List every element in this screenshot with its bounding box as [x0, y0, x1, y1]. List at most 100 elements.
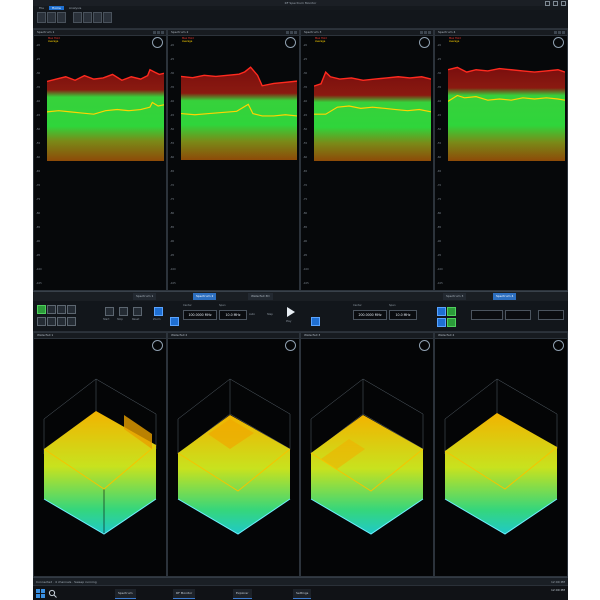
ribbon-button-1[interactable] — [37, 12, 46, 23]
run-button-3[interactable] — [447, 318, 456, 327]
tab-waterfall-3d[interactable]: Waterfall 3D — [248, 293, 273, 300]
run-button[interactable] — [37, 305, 46, 314]
power-button[interactable] — [170, 317, 179, 326]
panel-controls — [286, 31, 297, 34]
ribbon-button-3[interactable] — [57, 12, 66, 23]
y-axis-tick-label: -20 — [437, 44, 442, 47]
export-button[interactable] — [57, 305, 66, 314]
span-field-3[interactable] — [505, 310, 531, 320]
legend: Max Hold Average — [48, 37, 60, 43]
center-frequency-field-3[interactable] — [471, 310, 503, 320]
y-axis-tick-label: -70 — [36, 184, 41, 187]
y-axis-tick-label: -65 — [36, 170, 41, 173]
spectrum-panel-1: Spectrum 1 Max Hold Average -20 -25 -30 -35… — [33, 29, 167, 291]
close-icon[interactable] — [562, 31, 565, 34]
tab-spectrum-2[interactable]: Spectrum 2 — [193, 293, 217, 300]
y-axis-tick-label: -35 — [303, 86, 308, 89]
search-icon[interactable] — [48, 589, 57, 598]
button-label-step: Step — [267, 313, 273, 316]
spectrum-plot[interactable] — [314, 44, 431, 161]
taskbar-clock[interactable]: 12:00 PM — [551, 588, 565, 593]
maximize-icon[interactable] — [558, 31, 561, 34]
y-axis-tick-label: -20 — [36, 44, 41, 47]
panel-title: Spectrum 4 — [438, 30, 456, 34]
y-axis-tick-label: -60 — [170, 156, 175, 159]
center-frequency-field-2[interactable]: 200.0000 MHz — [353, 310, 387, 320]
waterfall-3d-plot[interactable] — [301, 339, 433, 576]
y-axis-tick-label: -100 — [170, 268, 176, 271]
ribbon-button-4[interactable] — [73, 12, 82, 23]
spectrum-plot[interactable] — [448, 44, 565, 161]
windows-icon[interactable] — [36, 589, 45, 598]
taskbar-item-rf-monitor[interactable]: RF Monitor — [173, 589, 196, 599]
next-button[interactable] — [119, 307, 128, 316]
link-button[interactable] — [154, 307, 163, 316]
waterfall-3d-plot[interactable] — [168, 339, 299, 576]
y-axis-tick-label: -85 — [303, 226, 308, 229]
button-label-play: Play — [286, 320, 292, 323]
play-icon[interactable] — [287, 307, 295, 317]
power-button-2[interactable] — [311, 317, 320, 326]
y-axis-tick-label: -55 — [36, 142, 41, 145]
step-button[interactable] — [133, 307, 142, 316]
spectrum-plot[interactable] — [181, 44, 297, 160]
spectrum-panel-4: Spectrum 4 Max Hold Average -20 -25 -30 -35… — [434, 29, 568, 291]
spectrum-panel-3: Spectrum 3 Max Hold Average -20 -25 -30 -35… — [300, 29, 434, 291]
span-label-2: Span — [389, 304, 396, 307]
waterfall-panel-1: Waterfall 1 — [33, 332, 167, 577]
y-axis-tick-label: -30 — [36, 72, 41, 75]
panel-header: Spectrum 3 — [301, 30, 433, 36]
ribbon-button-7[interactable] — [103, 12, 112, 23]
taskbar-item-settings[interactable]: Settings — [293, 589, 312, 599]
y-axis-tick-label: -25 — [303, 58, 308, 61]
panel-title: Spectrum 3 — [304, 30, 322, 34]
y-axis-tick-label: -40 — [437, 100, 442, 103]
y-axis-tick-label: -75 — [170, 198, 175, 201]
taskbar-item-explorer[interactable]: Explorer — [233, 589, 252, 599]
close-icon[interactable] — [294, 31, 297, 34]
button-label-auto: Auto — [249, 313, 256, 316]
waterfall-3d-plot[interactable] — [34, 339, 166, 576]
prev-button[interactable] — [105, 307, 114, 316]
maximize-icon[interactable] — [157, 31, 160, 34]
close-icon[interactable] — [428, 31, 431, 34]
upload-button[interactable] — [67, 305, 76, 314]
ribbon-button-2[interactable] — [47, 12, 56, 23]
minimize-icon[interactable] — [153, 31, 156, 34]
minimize-icon[interactable] — [286, 31, 289, 34]
spectrum-plot[interactable] — [47, 44, 164, 161]
legend-average: Average — [449, 40, 460, 43]
tab-spectrum-4[interactable]: Spectrum 4 — [493, 293, 517, 300]
y-axis-tick-label: -50 — [303, 128, 308, 131]
record-button[interactable] — [37, 317, 46, 326]
tab-spectrum-1[interactable]: Spectrum 1 — [133, 293, 157, 300]
close-icon[interactable] — [161, 31, 164, 34]
y-axis-tick-label: -85 — [170, 226, 175, 229]
y-axis-tick-label: -95 — [437, 254, 442, 257]
panel-controls — [554, 31, 565, 34]
span-field[interactable]: 10.0 MHz — [219, 310, 247, 320]
link-button-2[interactable] — [437, 307, 446, 316]
center-frequency-field[interactable]: 100.0000 MHz — [183, 310, 217, 320]
grid-button[interactable] — [67, 317, 76, 326]
ribbon-button-6[interactable] — [93, 12, 102, 23]
maximize-icon[interactable] — [424, 31, 427, 34]
taskbar-item-spectrum[interactable]: Spectrum — [115, 589, 136, 599]
minimize-icon[interactable] — [420, 31, 423, 34]
tab-spectrum-3[interactable]: Spectrum 3 — [443, 293, 467, 300]
minimize-icon[interactable] — [554, 31, 557, 34]
peak-button[interactable] — [57, 317, 66, 326]
span-field-2[interactable]: 10.0 MHz — [389, 310, 417, 320]
settings-button[interactable] — [47, 305, 56, 314]
ribbon-button-5[interactable] — [83, 12, 92, 23]
legend: Max Hold Average — [449, 37, 461, 43]
power-button-3[interactable] — [437, 318, 446, 327]
waterfall-3d-plot[interactable] — [435, 339, 567, 576]
marker-button[interactable] — [47, 317, 56, 326]
rbw-field[interactable] — [538, 310, 564, 320]
run-button-2[interactable] — [447, 307, 456, 316]
panel-title: Waterfall 2 — [171, 333, 188, 337]
panel-controls — [420, 31, 431, 34]
app-screen: RF Spectrum Monitor File Home Analysis S… — [33, 0, 568, 600]
maximize-icon[interactable] — [290, 31, 293, 34]
